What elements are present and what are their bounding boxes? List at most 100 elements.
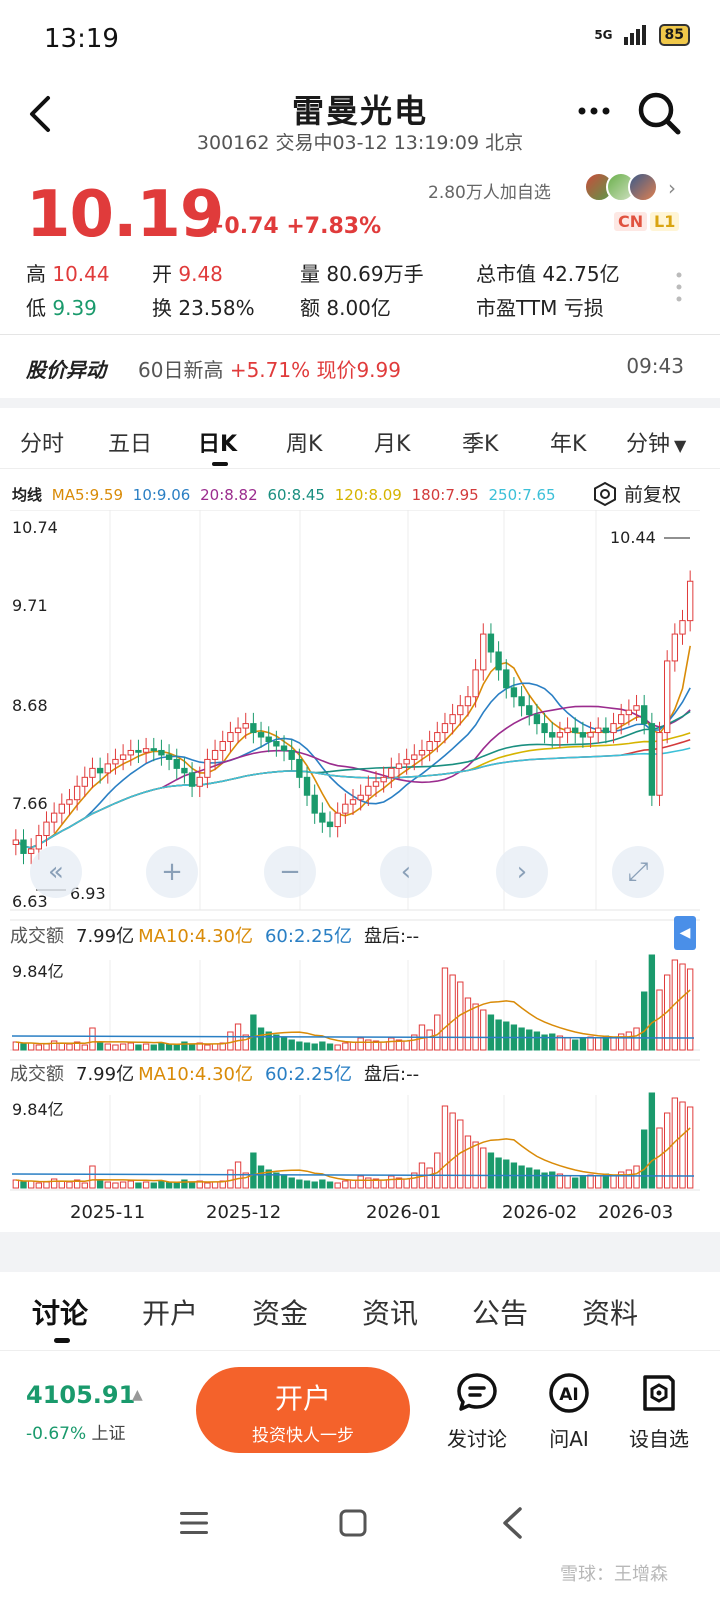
candle-body — [686, 580, 694, 622]
tab-profile[interactable]: 资料 — [582, 1292, 638, 1332]
volume-bar — [319, 1179, 326, 1189]
candle-body — [119, 754, 127, 760]
stock-header: 雷曼光电 300162 交易中03-12 13:19:09 北京 — [0, 78, 720, 158]
adjust-label: 前复权 — [624, 484, 682, 506]
candle-body — [510, 687, 518, 698]
scroll-right-button[interactable]: › — [496, 846, 548, 898]
ai-icon: AI — [549, 1373, 589, 1413]
adjust-toggle[interactable]: 前复权 — [592, 480, 681, 507]
search-icon[interactable] — [636, 90, 682, 136]
volume-bar — [641, 1129, 648, 1189]
candle-body — [411, 754, 418, 760]
volume-bar — [587, 1036, 594, 1051]
volume-bar — [43, 1043, 50, 1051]
volume-bar — [227, 1031, 234, 1051]
quote-pe: 市盈TTM 亏损 — [476, 296, 604, 320]
quote-mktcap: 总市值 42.75亿 — [476, 262, 620, 286]
ma-line — [15, 710, 691, 849]
volume-bar — [173, 1182, 180, 1189]
fullscreen-button[interactable]: ⤢ — [612, 846, 664, 898]
volume-bar — [119, 1181, 127, 1189]
candle-body — [73, 785, 81, 801]
tab-yearly[interactable]: 年K — [550, 426, 586, 458]
volume-bar — [641, 991, 648, 1051]
volume-bar — [564, 1175, 571, 1189]
volume-bar — [357, 1037, 364, 1051]
candle-body — [265, 736, 272, 743]
volume-max-label: 9.84亿 — [12, 962, 64, 981]
volume-bar — [342, 1180, 349, 1189]
quote-volume: 量 80.69万手 — [300, 262, 424, 286]
tab-indicator — [212, 462, 228, 466]
tab-minute[interactable]: 分钟 ▼ — [626, 426, 686, 458]
volume-header[interactable]: 成交额 7.99亿 MA10:4.30亿 60:2.25亿 盘后:-- — [10, 922, 419, 947]
tab-announcements[interactable]: 公告 — [472, 1292, 528, 1332]
candle-body — [50, 812, 58, 823]
post-discussion-button[interactable]: 发讨论 — [432, 1371, 522, 1452]
volume-bar — [12, 1179, 20, 1189]
index-change: -0.67% 上证 — [26, 1424, 126, 1444]
ma-legend[interactable]: 均线 MA5:9.59 10:9.06 20:8.82 60:8.45 120:… — [12, 484, 561, 508]
candle-body — [434, 732, 441, 743]
volume-bar — [503, 1021, 510, 1051]
volume-bar — [250, 1014, 257, 1051]
tab-quarterly[interactable]: 季K — [462, 426, 498, 458]
volume-bar — [227, 1169, 234, 1189]
zoom-out-button[interactable]: − — [264, 846, 316, 898]
ma5-value: MA5:9.59 — [51, 486, 123, 504]
y-axis-label: 8.68 — [12, 696, 48, 715]
tab-open-account[interactable]: 开户 — [142, 1292, 198, 1332]
open-account-button[interactable]: 开户 投资快人一步 — [196, 1367, 410, 1453]
chevron-right-icon[interactable]: › — [668, 176, 676, 200]
tab-monthly[interactable]: 月K — [374, 426, 410, 458]
scroll-left-button[interactable]: ‹ — [380, 846, 432, 898]
settings-icon — [594, 481, 616, 506]
candle-body — [610, 723, 617, 734]
price-alert[interactable]: 股价异动 60日新高 +5.71% 现价9.99 09:43 — [0, 342, 720, 390]
volume-bar — [20, 1043, 27, 1051]
candle-body — [372, 781, 380, 787]
cn-badge: CN — [614, 212, 648, 231]
tab-weekly[interactable]: 周K — [286, 426, 322, 458]
volume-header-2[interactable]: 成交额 7.99亿 MA10:4.30亿 60:2.25亿 盘后:-- — [10, 1060, 419, 1085]
volume-bar — [334, 1182, 341, 1189]
collapse-panel-button[interactable]: ◀ — [674, 916, 696, 950]
ask-ai-button[interactable]: AI 问AI — [524, 1371, 614, 1452]
scroll-left-fast-button[interactable]: « — [30, 846, 82, 898]
tab-5day[interactable]: 五日 — [108, 426, 152, 458]
volume-bar — [595, 1037, 602, 1051]
watcher-avatars[interactable] — [584, 172, 660, 202]
volume-bar — [296, 1179, 303, 1189]
candle-body — [380, 776, 387, 783]
volume-bar — [526, 1167, 533, 1189]
candle-body — [66, 799, 73, 805]
volume-bar — [58, 1042, 65, 1051]
volume-bar — [610, 1037, 617, 1051]
volume-bar — [66, 1181, 73, 1189]
l1-badge: L1 — [650, 212, 680, 231]
candle-body — [564, 727, 571, 734]
more-icon[interactable] — [574, 96, 614, 126]
tab-daily[interactable]: 日K — [198, 426, 237, 458]
tab-capital[interactable]: 资金 — [252, 1292, 308, 1332]
volume-bar — [503, 1159, 510, 1189]
home-icon[interactable] — [338, 1508, 368, 1538]
candle-body — [311, 794, 318, 814]
zoom-in-button[interactable]: + — [146, 846, 198, 898]
candle-body — [541, 723, 548, 734]
volume-bar — [257, 1027, 265, 1051]
candle-body — [196, 776, 203, 787]
back-nav-icon[interactable] — [500, 1506, 524, 1540]
tab-news[interactable]: 资讯 — [362, 1292, 418, 1332]
candle-body — [35, 835, 43, 850]
index-value[interactable]: 4105.91 — [26, 1381, 135, 1409]
quote-turnover: 换 23.58% — [152, 296, 255, 320]
menu-icon[interactable] — [178, 1510, 210, 1536]
candle-body — [487, 633, 495, 653]
vertical-more-icon[interactable] — [672, 270, 686, 304]
volume-bar — [518, 1027, 525, 1051]
add-watchlist-button[interactable]: 设自选 — [614, 1371, 704, 1452]
watchers-count[interactable]: 2.80万人加自选 — [428, 178, 551, 203]
tab-discussion[interactable]: 讨论 — [32, 1292, 88, 1332]
tab-intraday[interactable]: 分时 — [20, 426, 64, 458]
